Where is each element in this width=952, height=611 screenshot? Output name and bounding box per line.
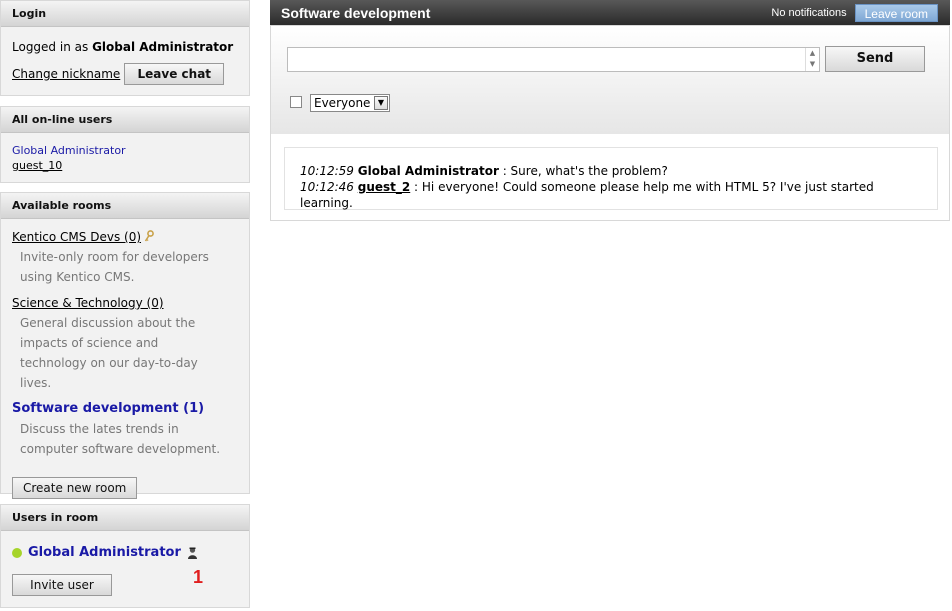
notifications-text[interactable]: No notifications	[771, 7, 846, 19]
users-in-room-title: Users in room	[1, 505, 249, 531]
online-users-panel: All on-line users Global Administrator g…	[0, 106, 250, 183]
room-item: Software development (1) Discuss the lat…	[12, 401, 238, 459]
logged-prefix: Logged in as	[12, 40, 89, 54]
message-input[interactable]: ▲ ▼	[287, 47, 820, 72]
online-users-title: All on-line users	[1, 107, 249, 133]
send-button[interactable]: Send	[825, 46, 925, 72]
room-link[interactable]: Science & Technology (0)	[12, 295, 238, 311]
composer-area: ▲ ▼ Send Everyone ▼	[271, 26, 949, 134]
logged-in-text: Logged in as Global Administrator	[12, 39, 238, 55]
chevron-down-icon[interactable]: ▼	[374, 96, 388, 110]
users-in-room-panel: Users in room Global Administrator Invit…	[0, 504, 250, 608]
online-user-item[interactable]: Global Administrator	[12, 143, 238, 158]
login-panel: Login Logged in as Global Administrator …	[0, 0, 250, 96]
annotation-number: 1	[193, 567, 204, 587]
message-item: 10:12:59 Global Administrator : Sure, wh…	[300, 163, 922, 179]
room-link[interactable]: Kentico CMS Devs (0)	[12, 229, 238, 245]
chat-box: ▲ ▼ Send Everyone ▼ 10:12:59 Global Admin…	[270, 25, 950, 221]
message-time: 10:12:59	[300, 164, 354, 178]
message-time: 10:12:46	[300, 180, 354, 194]
message-author[interactable]: guest_2	[358, 180, 411, 194]
room-user-link[interactable]: Global Administrator	[28, 545, 181, 560]
room-item: Kentico CMS Devs (0) Invite-only room fo…	[12, 229, 238, 287]
available-rooms-panel: Available rooms Kentico CMS Devs (0) Inv…	[0, 192, 250, 499]
room-header: Software development No notifications Le…	[270, 0, 950, 25]
recipient-value: Everyone	[314, 96, 371, 110]
online-user-item[interactable]: guest_10	[12, 158, 238, 173]
admin-user-icon	[187, 547, 197, 559]
available-rooms-title: Available rooms	[1, 193, 249, 219]
messages-list: 10:12:59 Global Administrator : Sure, wh…	[284, 147, 938, 210]
room-name: Kentico CMS Devs (0)	[12, 230, 142, 244]
whisper-checkbox[interactable]	[290, 96, 302, 108]
invite-user-button[interactable]: Invite user	[12, 574, 112, 596]
leave-room-button[interactable]: Leave room	[854, 3, 938, 22]
message-text: : Sure, what's the problem?	[498, 164, 668, 178]
message-item: 10:12:46 guest_2 : Hi everyone! Could so…	[300, 179, 922, 211]
input-scrollbar[interactable]: ▲ ▼	[805, 48, 819, 71]
room-item: Science & Technology (0) General discuss…	[12, 295, 238, 393]
message-author[interactable]: Global Administrator	[358, 164, 499, 178]
create-room-button[interactable]: Create new room	[12, 477, 138, 499]
logged-user: Global Administrator	[92, 40, 234, 54]
room-description: Discuss the lates trends in computer sof…	[20, 422, 221, 456]
room-description: Invite-only room for developers using Ke…	[20, 250, 209, 284]
change-nickname-link[interactable]: Change nickname	[12, 67, 120, 81]
login-panel-title: Login	[1, 1, 249, 27]
room-link-active[interactable]: Software development (1)	[12, 401, 238, 417]
room-user-row: Global Administrator	[12, 545, 238, 560]
key-icon	[144, 230, 154, 242]
room-description: General discussion about the impacts of …	[20, 316, 198, 390]
recipient-select[interactable]: Everyone ▼	[310, 94, 390, 112]
room-title: Software development	[281, 4, 431, 21]
online-status-icon	[12, 547, 22, 558]
leave-chat-button[interactable]: Leave chat	[124, 63, 225, 85]
